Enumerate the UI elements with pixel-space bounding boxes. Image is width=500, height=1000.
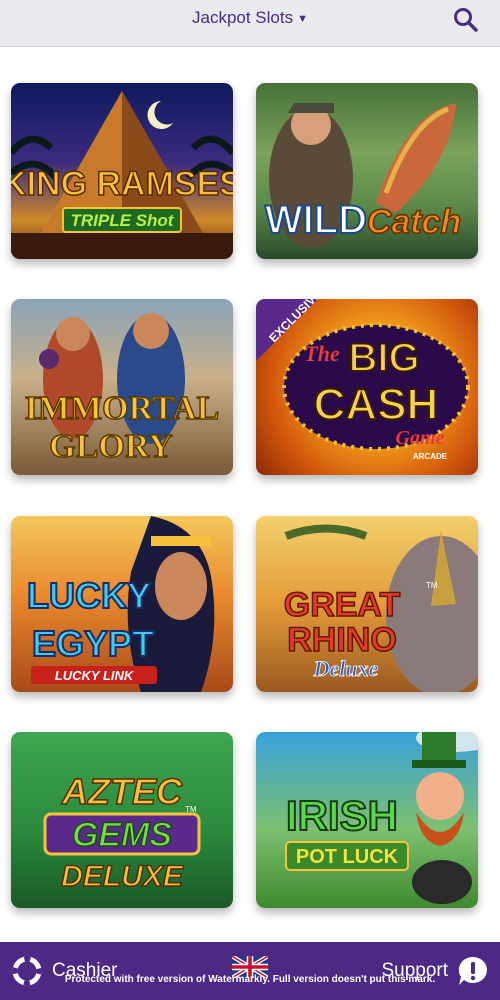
- game-tagline: LUCKY LINK: [55, 668, 135, 683]
- game-title: LUCKY: [27, 575, 151, 616]
- game-tile-wild-catch[interactable]: WILD Catch: [256, 83, 478, 259]
- game-subtitle: EGYPT: [32, 623, 154, 664]
- game-title: KING RAMSES: [11, 165, 233, 203]
- game-title: BIG: [348, 336, 419, 380]
- game-title-cash: CASH: [314, 380, 439, 429]
- game-title-arcade: ARCADE: [413, 452, 448, 461]
- game-subtitle: GEMS: [72, 816, 172, 854]
- trademark-mark: TM: [185, 805, 197, 814]
- game-title: IMMORTAL: [25, 390, 220, 427]
- game-tile-big-cash-game[interactable]: EXCLUSIVE The BIG CASH Game ARCADE: [256, 299, 478, 475]
- game-tagline: DELUXE: [61, 860, 184, 893]
- game-grid: KING RAMSES TRIPLE Shot WILD Catch IMMOR…: [0, 0, 500, 1000]
- bottom-nav: Cashier Support: [0, 942, 500, 1000]
- game-subtitle: Catch: [367, 203, 461, 241]
- game-subtitle: TRIPLE Shot: [71, 211, 175, 230]
- game-subtitle: POT LUCK: [296, 846, 399, 868]
- game-tile-immortal-glory[interactable]: IMMORTAL GLORY: [11, 299, 233, 475]
- game-title-the: The: [304, 341, 340, 366]
- trademark-mark: TM: [426, 581, 438, 590]
- game-tile-aztec-gems-deluxe[interactable]: AZTEC GEMS DELUXE TM: [11, 732, 233, 908]
- game-title: WILD: [265, 198, 367, 242]
- game-subtitle: GLORY: [49, 428, 172, 465]
- game-title: AZTEC: [61, 771, 183, 812]
- game-tile-irish-pot-luck[interactable]: IRISH POT LUCK: [256, 732, 478, 908]
- game-title-game: Game: [396, 427, 445, 449]
- watermark-text: Protected with free version of Watermark…: [64, 974, 436, 985]
- game-tile-lucky-egypt[interactable]: LUCKY EGYPT LUCKY LINK: [11, 516, 233, 692]
- game-tile-king-ramses[interactable]: KING RAMSES TRIPLE Shot: [11, 83, 233, 259]
- game-title: GREAT: [284, 586, 401, 624]
- game-title: IRISH: [286, 792, 398, 839]
- game-tile-great-rhino-deluxe[interactable]: GREAT RHINO Deluxe TM: [256, 516, 478, 692]
- game-subtitle: RHINO: [287, 621, 397, 659]
- game-tagline: Deluxe: [313, 656, 379, 681]
